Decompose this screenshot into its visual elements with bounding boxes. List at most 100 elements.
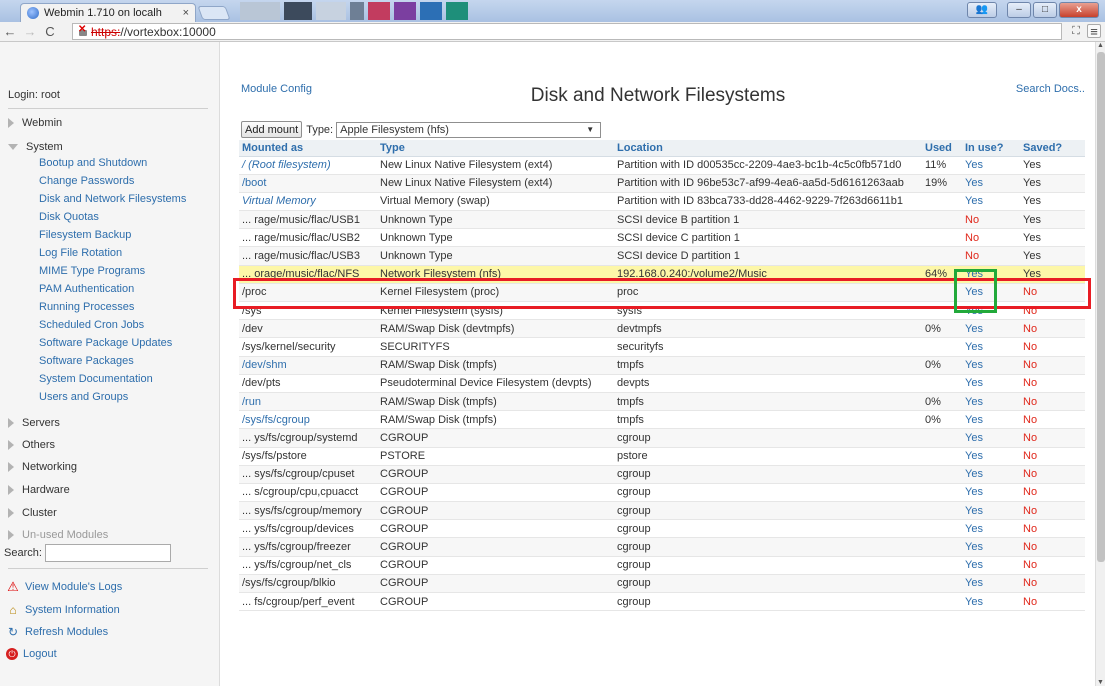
sidebar-item-change-passwords[interactable]: Change Passwords	[39, 175, 134, 187]
search-docs-link[interactable]: Search Docs..	[1016, 83, 1085, 95]
sidebar-item-users-and-groups[interactable]: Users and Groups	[39, 391, 128, 403]
used-cell	[922, 283, 962, 303]
used-cell: 0%	[922, 319, 962, 339]
mount-link[interactable]: ... ys/fs/cgroup/net_cls	[239, 556, 377, 575]
scroll-up-icon[interactable]: ▲	[1097, 42, 1104, 49]
sidebar-item-software-package-updates[interactable]: Software Package Updates	[39, 337, 172, 349]
mount-link[interactable]: ... ys/fs/cgroup/devices	[239, 519, 377, 539]
refresh-modules-link[interactable]: ↻ Refresh Modules	[6, 625, 108, 639]
used-cell	[922, 374, 962, 393]
view-module-logs-link[interactable]: ⚠ View Module's Logs	[6, 579, 122, 594]
saved-cell: No	[1020, 592, 1085, 612]
reload-button[interactable]: C	[40, 24, 60, 39]
saved-cell: No	[1020, 483, 1085, 503]
mount-link[interactable]: ... s/cgroup/cpu,cpuacct	[239, 483, 377, 503]
filesystem-type-select[interactable]: Apple Filesystem (hfs) ▼	[336, 121, 602, 138]
extension-icon[interactable]: ⛶	[1069, 25, 1083, 39]
mount-link[interactable]: /run	[239, 392, 377, 412]
mount-link[interactable]: Virtual Memory	[239, 192, 377, 212]
mount-link[interactable]: /dev/shm	[239, 356, 377, 375]
col-in-use[interactable]: In use?	[962, 140, 1020, 157]
add-mount-button[interactable]: Add mount	[241, 121, 303, 138]
type-cell: Unknown Type	[377, 228, 614, 248]
mount-link[interactable]: ... ys/fs/cgroup/systemd	[239, 428, 377, 448]
category-webmin[interactable]: Webmin	[8, 115, 62, 131]
col-saved[interactable]: Saved?	[1020, 140, 1085, 157]
type-cell: CGROUP	[377, 465, 614, 484]
sidebar-item-software-packages[interactable]: Software Packages	[39, 355, 134, 367]
mount-link[interactable]: ... sys/fs/cgroup/cpuset	[239, 465, 377, 484]
mount-link[interactable]: ... rage/music/flac/USB3	[239, 246, 377, 266]
mount-link[interactable]: /sys/kernel/security	[239, 337, 377, 357]
col-used[interactable]: Used	[922, 140, 962, 157]
col-mounted-as[interactable]: Mounted as	[239, 140, 377, 157]
category-cluster[interactable]: Cluster	[8, 505, 57, 521]
sidebar-item-filesystem-backup[interactable]: Filesystem Backup	[39, 229, 131, 241]
category-label: Hardware	[22, 484, 70, 496]
category-unused-modules[interactable]: Un-used Modules	[8, 527, 108, 543]
mount-link[interactable]: /dev	[239, 319, 377, 339]
mount-link[interactable]: /sys/fs/cgroup/blkio	[239, 574, 377, 594]
sidebar-item-mime-type-programs[interactable]: MIME Type Programs	[39, 265, 145, 277]
location-cell: devtmpfs	[614, 319, 922, 339]
maximize-button[interactable]: □	[1033, 2, 1057, 18]
sidebar-item-bootup-and-shutdown[interactable]: Bootup and Shutdown	[39, 157, 147, 169]
window-controls: 👥 – □ x	[967, 2, 1099, 18]
category-hardware[interactable]: Hardware	[8, 482, 70, 498]
saved-cell: No	[1020, 356, 1085, 375]
sidebar-item-scheduled-cron-jobs[interactable]: Scheduled Cron Jobs	[39, 319, 144, 331]
mount-link[interactable]: /proc	[239, 283, 377, 303]
sidebar-item-disk-quotas[interactable]: Disk Quotas	[39, 211, 99, 223]
user-icon[interactable]: 👥	[967, 2, 997, 18]
table-row: ... rage/music/flac/USB2 Unknown Type SCSI…	[239, 228, 1085, 248]
sidebar-item-disk-and-network-filesystems[interactable]: Disk and Network Filesystems	[39, 193, 186, 205]
mount-link[interactable]: /sys	[239, 301, 377, 321]
insecure-lock-icon[interactable]	[77, 24, 89, 37]
mount-link[interactable]: ... fs/cgroup/perf_event	[239, 592, 377, 612]
col-type[interactable]: Type	[377, 140, 614, 157]
mount-link[interactable]: ... ys/fs/cgroup/freezer	[239, 537, 377, 557]
mount-link[interactable]: ... sys/fs/cgroup/memory	[239, 501, 377, 521]
mount-link[interactable]: /sys/fs/cgroup	[239, 410, 377, 430]
category-others[interactable]: Others	[8, 437, 55, 453]
system-information-link[interactable]: ⌂ System Information	[6, 603, 119, 617]
type-cell: Pseudoterminal Device Filesystem (devpts…	[377, 374, 614, 393]
saved-cell: Yes	[1020, 228, 1085, 248]
browser-tab[interactable]: Webmin 1.710 on localh ×	[20, 3, 196, 22]
mount-link[interactable]: ... rage/music/flac/USB1	[239, 210, 377, 230]
mount-link[interactable]: ... orage/music/flac/NFS	[239, 265, 377, 284]
used-cell	[922, 228, 962, 248]
logout-link[interactable]: ⏻ Logout	[6, 648, 57, 660]
sidebar-item-system-documentation[interactable]: System Documentation	[39, 373, 153, 385]
close-window-button[interactable]: x	[1059, 2, 1099, 18]
title-bar: Webmin 1.710 on localh × 👥 – □ x	[0, 0, 1105, 22]
mount-link[interactable]: /boot	[239, 174, 377, 193]
in-use-cell: Yes	[962, 574, 1020, 594]
category-servers[interactable]: Servers	[8, 415, 60, 431]
in-use-cell: Yes	[962, 301, 1020, 321]
col-location[interactable]: Location	[614, 140, 922, 157]
sidebar-item-running-processes[interactable]: Running Processes	[39, 301, 134, 313]
page-scrollbar[interactable]: ▲ ▼	[1095, 42, 1105, 686]
home-icon: ⌂	[9, 603, 17, 617]
mount-link[interactable]: / (Root filesystem)	[239, 156, 377, 175]
back-button[interactable]: ←	[0, 24, 20, 39]
category-networking[interactable]: Networking	[8, 459, 77, 475]
mount-link[interactable]: ... rage/music/flac/USB2	[239, 228, 377, 248]
sidebar-item-log-file-rotation[interactable]: Log File Rotation	[39, 247, 122, 259]
in-use-cell: No	[962, 246, 1020, 266]
scroll-down-icon[interactable]: ▼	[1097, 679, 1104, 686]
type-cell: Kernel Filesystem (sysfs)	[377, 301, 614, 321]
search-input[interactable]	[44, 544, 171, 562]
sidebar-item-pam-authentication[interactable]: PAM Authentication	[39, 283, 134, 295]
category-system[interactable]: System	[8, 139, 63, 155]
forward-button[interactable]: →	[20, 24, 40, 39]
url-field[interactable]: https: //vortexbox:10000	[72, 23, 1062, 40]
mount-link[interactable]: /sys/fs/pstore	[239, 447, 377, 466]
new-tab-button[interactable]	[197, 6, 231, 20]
browser-menu-icon[interactable]: ≡	[1087, 24, 1101, 39]
minimize-button[interactable]: –	[1007, 2, 1031, 18]
mount-link[interactable]: /dev/pts	[239, 374, 377, 393]
scrollbar-thumb[interactable]	[1097, 52, 1105, 562]
tab-close-icon[interactable]: ×	[183, 7, 189, 19]
